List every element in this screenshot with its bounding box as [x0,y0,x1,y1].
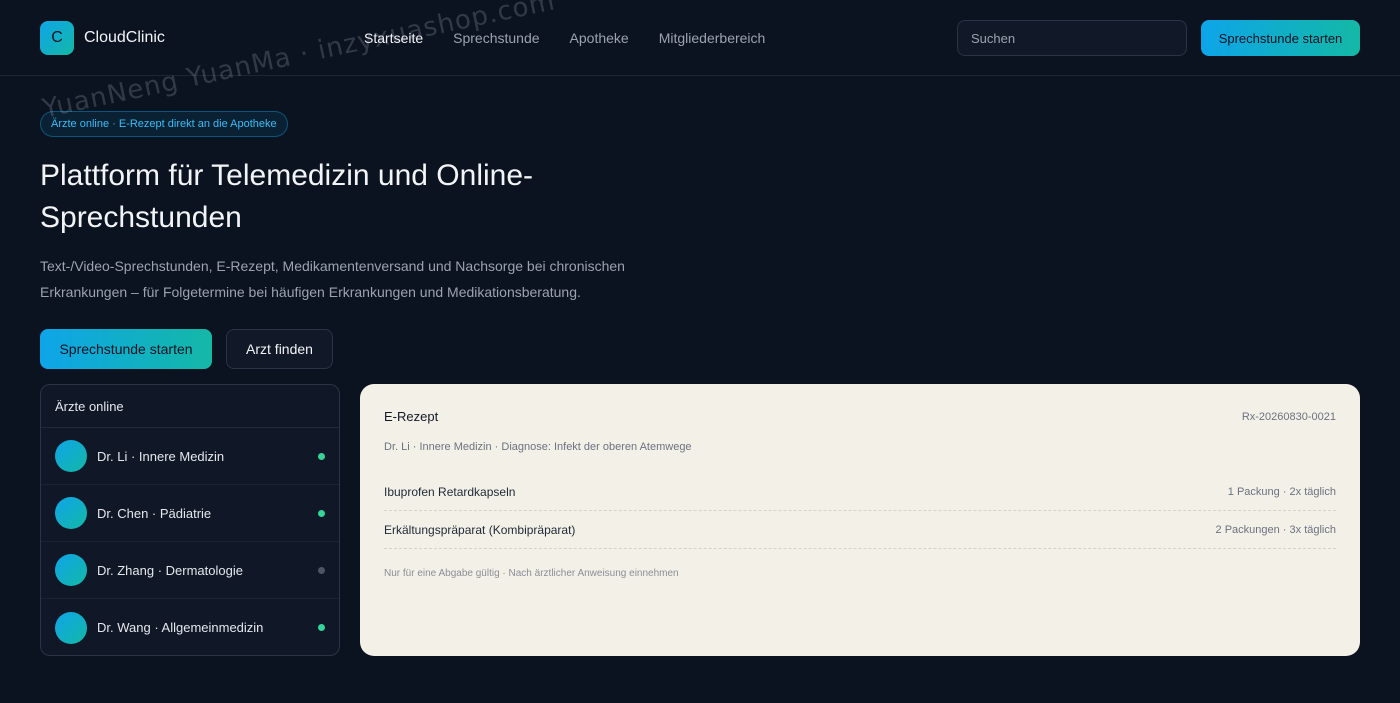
avatar [55,554,87,586]
main-nav: Startseite Sprechstunde Apotheke Mitglie… [364,0,765,76]
start-consultation-button[interactable]: Sprechstunde starten [40,329,212,369]
doctor-name: Dr. Wang · Allgemeinmedizin [97,620,264,635]
doctor-list-item[interactable]: Dr. Zhang · Dermatologie [41,542,339,599]
start-consultation-header-button[interactable]: Sprechstunde starten [1201,20,1360,56]
prescription-id: Rx-20260830-0021 [1241,410,1336,423]
nav-sprechstunde[interactable]: Sprechstunde [453,30,539,46]
doctor-list-item[interactable]: Dr. Li · Innere Medizin [41,428,339,485]
medication-dosage: 2 Packungen · 3x täglich [1215,523,1336,536]
doctor-name: Dr. Zhang · Dermatologie [97,562,243,578]
online-doctors-title: Ärzte online [41,385,339,428]
nav-startseite[interactable]: Startseite [364,30,423,46]
online-status-icon [318,509,325,517]
avatar [55,611,87,644]
medication-row: Erkältungspräparat (Kombipräparat) 2 Pac… [384,511,1336,549]
doctor-list-item[interactable]: Dr. Chen · Pädiatrie [41,485,339,542]
hero-badge: Ärzte online · E-Rezept direkt an die Ap… [40,111,288,137]
find-doctor-button[interactable]: Arzt finden [226,329,333,369]
prescription-title: E-Rezept [384,409,439,424]
medication-name: Ibuprofen Retardkapseln [384,484,516,499]
medication-name: Erkältungspräparat (Kombipräparat) [384,522,576,537]
page-title: Plattform für Telemedizin und Online-Spr… [40,159,534,234]
offline-status-icon [318,566,325,574]
online-status-icon [318,452,325,460]
hero-actions: Sprechstunde starten Arzt finden [40,329,680,369]
doctor-name: Dr. Chen · Pädiatrie [97,505,212,521]
hero-section: Ärzte online · E-Rezept direkt an die Ap… [40,111,680,369]
doctor-name: Dr. Li · Innere Medizin [97,448,225,464]
e-prescription-card: E-Rezept Rx-20260830-0021 Dr. Li · Inner… [360,384,1360,656]
nav-mitgliederbereich[interactable]: Mitgliederbereich [659,30,766,46]
avatar [55,497,87,529]
online-doctors-panel: Ärzte online Dr. Li · Innere Medizin Dr.… [40,384,340,656]
brand-name: CloudClinic [84,28,165,46]
search-input[interactable] [957,20,1187,56]
prescription-meta: Dr. Li · Innere Medizin · Diagnose: Infe… [384,441,692,453]
brand[interactable]: C CloudClinic [40,20,165,55]
medication-list: Ibuprofen Retardkapseln 1 Packung · 2x t… [384,473,1336,549]
online-status-icon [318,624,325,631]
hero-subtitle: Text-/Video-Sprechstunden, E-Rezept, Med… [40,258,625,300]
top-header: C CloudClinic Startseite Sprechstunde Ap… [0,0,1400,76]
prescription-note: Nur für eine Abgabe gültig · Nach ärztli… [384,568,679,579]
medication-dosage: 1 Packung · 2x täglich [1227,485,1336,498]
nav-apotheke[interactable]: Apotheke [570,30,629,46]
brand-logo: C [40,20,74,55]
doctor-list-item[interactable]: Dr. Wang · Allgemeinmedizin [41,599,339,655]
avatar [55,440,87,472]
medication-row: Ibuprofen Retardkapseln 1 Packung · 2x t… [384,473,1336,511]
prescription-header: E-Rezept Rx-20260830-0021 [384,409,1336,424]
